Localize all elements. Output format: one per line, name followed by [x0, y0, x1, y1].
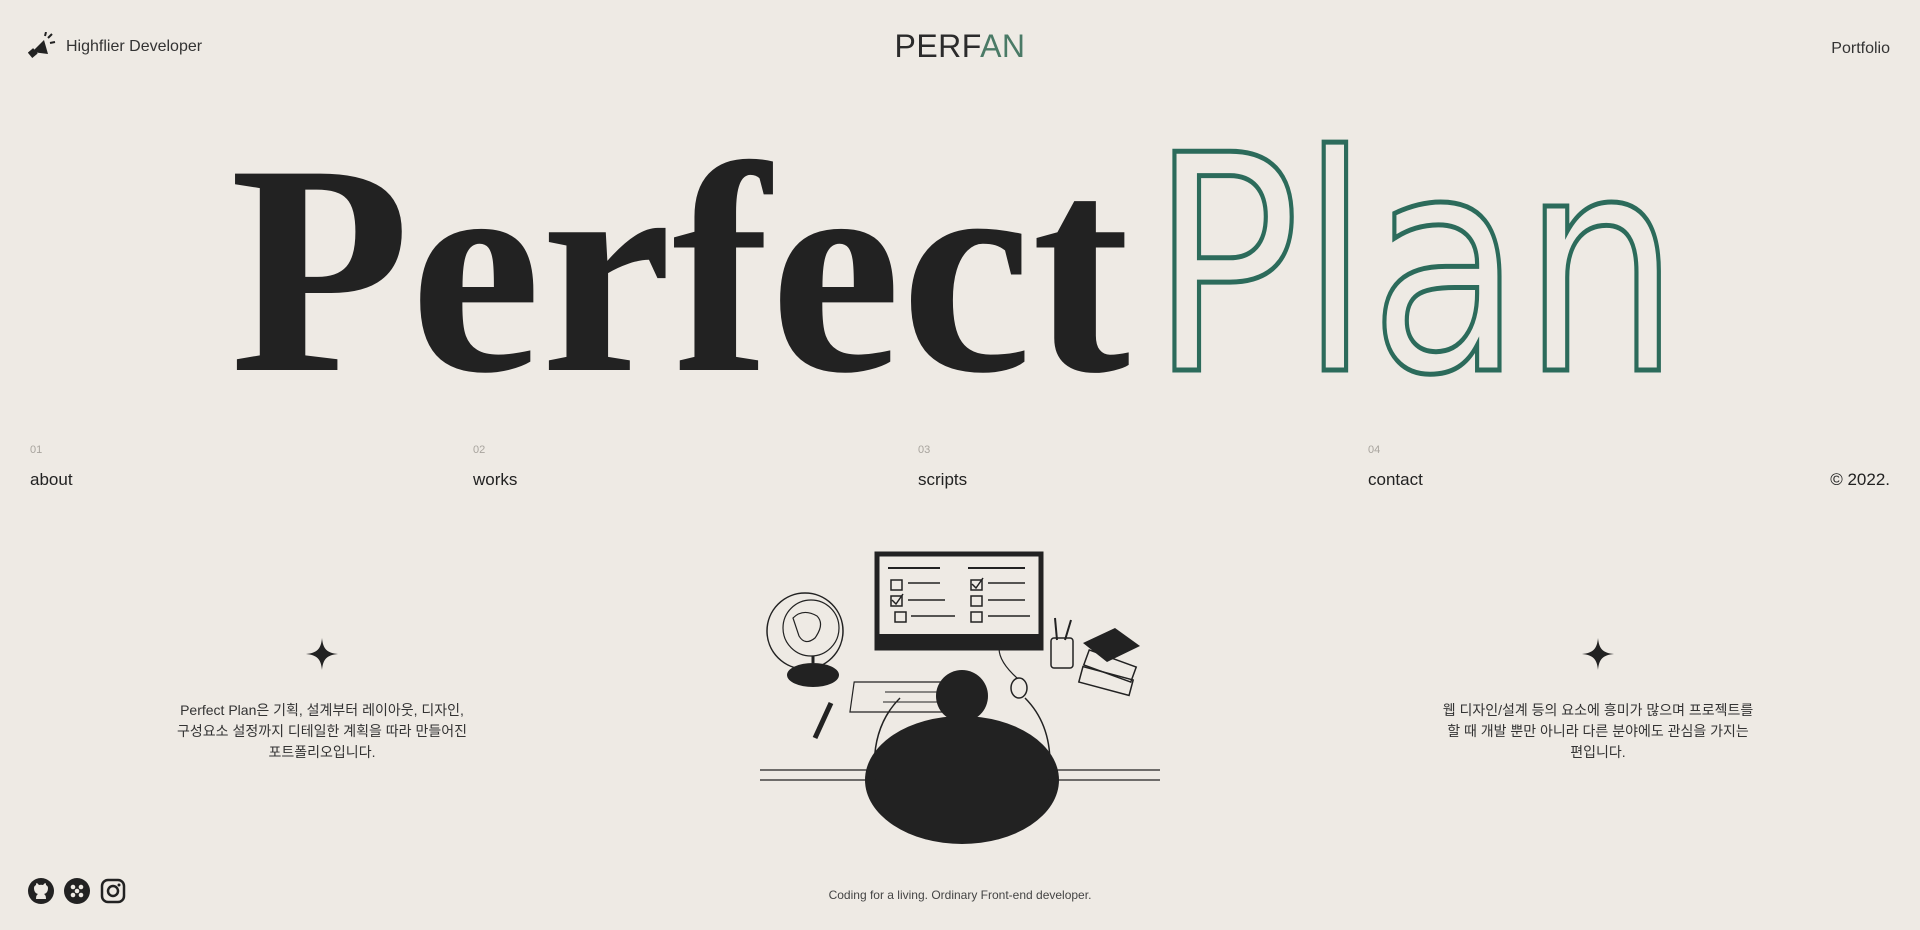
site-logo[interactable]: PERFAN [0, 28, 1920, 65]
right-desc-line: 편입니다. [1570, 744, 1626, 760]
hero-word-perfect: Perfect [230, 103, 1133, 400]
right-desc-line: 웹 디자인/설계 등의 요소에 흥미가 많으며 프로젝트를 [1442, 702, 1754, 718]
nav-number: 01 [30, 444, 43, 456]
sparkle-icon [306, 638, 338, 670]
left-desc-line: Perfect Plan은 기획, 설계부터 레이아웃, 디자인, [180, 702, 464, 718]
nav-about[interactable]: 01 about [30, 444, 73, 490]
nav-label[interactable]: about [30, 470, 73, 490]
logo-dark-part: PERF [894, 28, 981, 64]
nav-works[interactable]: 02 works [473, 444, 517, 490]
right-desc-line: 할 때 개발 뿐만 아니라 다른 분야에도 관심을 가지는 [1447, 723, 1749, 739]
hero-title: Perfect Plan [230, 90, 1683, 401]
copyright: © 2022. [1830, 470, 1890, 489]
nav-number: 04 [1368, 444, 1381, 456]
developer-illustration [760, 551, 1160, 844]
left-desc-line: 구성요소 설정까지 디테일한 계획을 따라 만들어진 [177, 723, 467, 739]
left-desc-line: 포트폴리오입니다. [268, 744, 376, 760]
nav-number: 02 [473, 444, 486, 456]
nav-number: 03 [918, 444, 931, 456]
right-description: 웹 디자인/설계 등의 요소에 흥미가 많으며 프로젝트를 할 때 개발 뿐만 … [1438, 700, 1758, 763]
nav-label[interactable]: scripts [918, 470, 967, 490]
left-description: Perfect Plan은 기획, 설계부터 레이아웃, 디자인, 구성요소 설… [162, 700, 482, 763]
footer-tagline: Coding for a living. Ordinary Front-end … [828, 888, 1092, 902]
portfolio-link[interactable]: Portfolio [1831, 40, 1890, 58]
nav-scripts[interactable]: 03 scripts [918, 444, 967, 490]
hero-word-plan: Plan [1150, 92, 1680, 400]
nav-label[interactable]: contact [1368, 470, 1423, 490]
nav-label[interactable]: works [473, 470, 517, 490]
sparkle-icon [1582, 638, 1614, 670]
logo-green-part: AN [980, 28, 1026, 64]
nav-contact[interactable]: 04 contact [1368, 444, 1423, 490]
